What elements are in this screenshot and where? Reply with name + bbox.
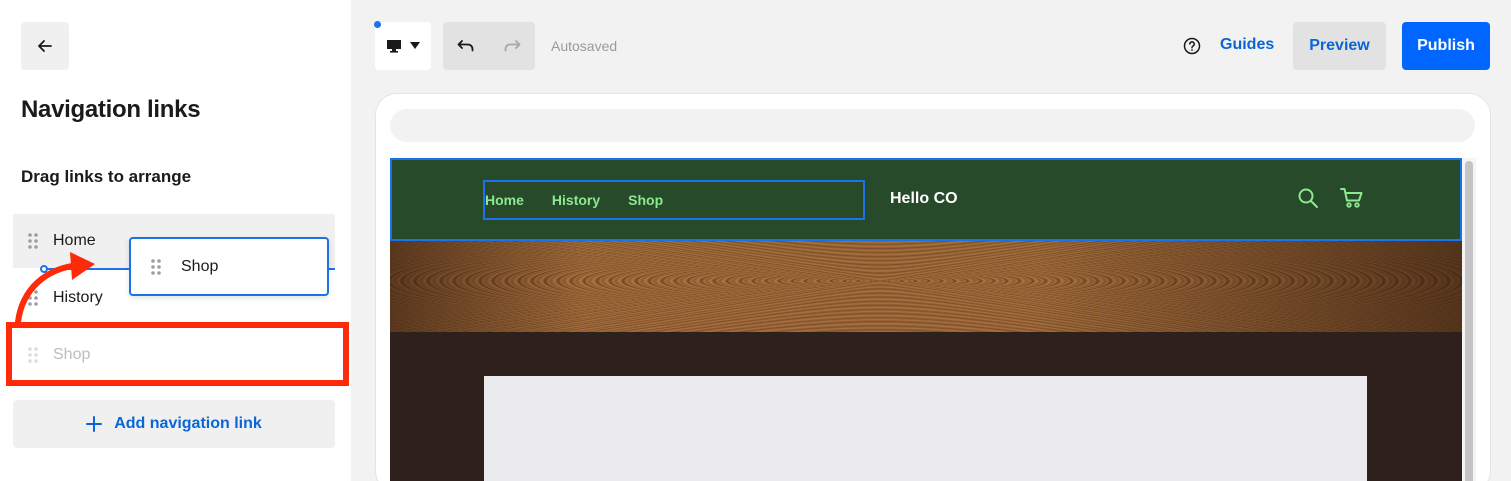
publish-button[interactable]: Publish — [1402, 22, 1490, 70]
drag-handle-icon[interactable] — [131, 258, 181, 276]
guides-link[interactable]: Guides — [1220, 36, 1274, 54]
back-button[interactable] — [21, 22, 69, 70]
panel-title: Navigation links — [21, 96, 201, 123]
nav-link-label: Home — [53, 232, 96, 249]
add-navigation-link-button[interactable]: Add navigation link — [13, 400, 335, 448]
undo-icon — [457, 40, 474, 52]
dragging-link-card[interactable]: Shop — [129, 237, 329, 296]
plus-icon — [86, 416, 103, 432]
dragging-link-label: Shop — [181, 257, 219, 275]
caret-down-icon — [410, 42, 420, 49]
redo-icon — [504, 40, 521, 52]
undo-button[interactable] — [443, 22, 489, 70]
search-icon[interactable] — [1297, 187, 1319, 209]
autosave-status: Autosaved — [551, 38, 618, 54]
desktop-icon — [387, 40, 401, 53]
browser-url-bar — [390, 109, 1475, 142]
preview-button[interactable]: Preview — [1293, 22, 1386, 70]
site-nav-link-shop[interactable]: Shop — [628, 192, 663, 208]
navigation-panel: Navigation links Drag links to arrange H… — [0, 0, 351, 481]
site-nav-link-history[interactable]: History — [552, 192, 600, 208]
drag-handle-icon[interactable] — [13, 232, 53, 250]
content-placeholder-card[interactable] — [484, 376, 1367, 481]
annotation-highlight-box — [6, 322, 349, 386]
preview-scrollbar-thumb[interactable] — [1465, 161, 1473, 481]
arrow-left-icon — [38, 40, 52, 52]
cart-icon[interactable] — [1340, 187, 1364, 209]
site-nav-link-home[interactable]: Home — [485, 192, 524, 208]
unsaved-indicator-dot — [374, 21, 381, 28]
undo-redo-group — [443, 22, 535, 70]
site-brand[interactable]: Hello CO — [890, 190, 958, 208]
hero-wood-image — [390, 241, 1462, 332]
annotation-arrow-icon — [15, 252, 95, 325]
add-navigation-link-label: Add navigation link — [114, 415, 262, 432]
redo-button[interactable] — [489, 22, 535, 70]
device-selector-button[interactable] — [375, 22, 431, 70]
panel-subtitle: Drag links to arrange — [21, 167, 192, 186]
question-circle-icon[interactable] — [1183, 37, 1201, 55]
site-navigation[interactable]: Home History Shop — [483, 180, 865, 220]
hero-image-shade — [390, 241, 1462, 332]
